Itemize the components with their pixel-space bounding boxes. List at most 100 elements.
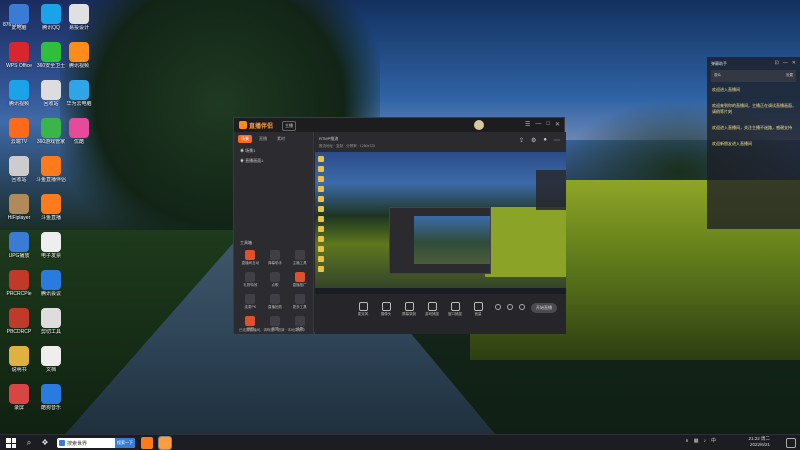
toolbox-item[interactable]: 直播间互动 — [238, 250, 263, 266]
minimize-icon[interactable]: — — [783, 60, 788, 66]
source-button[interactable]: 音量 — [470, 302, 486, 317]
desktop-icon[interactable]: WPS Office — [2, 42, 36, 69]
source-button[interactable]: 游戏捕捉 — [424, 302, 440, 317]
start-live-button[interactable]: 开始直播 — [531, 303, 557, 313]
desktop-icon[interactable]: 云端TV — [2, 118, 36, 145]
desktop-icon[interactable]: 斗鱼直播伴侣 — [34, 156, 68, 183]
close-icon[interactable]: ✕ — [555, 121, 560, 128]
maximize-icon[interactable]: □ — [546, 121, 550, 128]
avatar[interactable] — [474, 120, 484, 130]
share-icon[interactable]: ⇪ — [519, 137, 524, 144]
clock[interactable]: 21:22 周二 2022/6/21 — [748, 436, 770, 448]
app-titlebar[interactable]: 直播伴侣 主播 ☰ — □ ✕ — [234, 118, 564, 132]
record-icon[interactable]: ● — [543, 137, 547, 144]
tray-ime-label[interactable]: 中 — [711, 437, 716, 444]
desktop-icon[interactable]: 腾讯会议 — [34, 270, 68, 297]
cloud-icon — [69, 80, 89, 100]
tab-assets[interactable]: 素材 — [274, 135, 288, 143]
live-app-window[interactable]: 直播伴侣 主播 ☰ — □ ✕ 场景 直播 素材 ◉ 场景1 ◉ 直播画面1 工… — [233, 117, 566, 334]
desktop-icon[interactable]: 说明书 — [2, 346, 36, 373]
file-icon — [41, 80, 61, 100]
shield-icon — [9, 232, 29, 252]
minimize-icon[interactable]: — — [535, 121, 541, 128]
desktop-icons: 8761201 此电脑 腾讯QQ 易投设计 WPS Office 360安全卫士 腾讯视频… — [0, 0, 92, 434]
desktop-icon[interactable]: PBCDRCP — [2, 308, 36, 335]
mic-icon[interactable] — [507, 304, 513, 310]
desktop-icon[interactable]: 易投设计 — [62, 4, 96, 31]
chat-message: 欢迎来到你的直播间，主播正在调试直播画面，请稍等片刻 — [712, 103, 796, 114]
source-button[interactable]: 麦克风 — [355, 302, 371, 317]
toolbox-item[interactable]: 弹幕助手 — [263, 250, 288, 266]
desktop-icon[interactable]: 腾讯视频 — [62, 42, 96, 69]
app-icon — [9, 270, 29, 290]
chat-controls: ⊡ — ✕ — [775, 60, 796, 66]
source-button[interactable]: 摄像头 — [378, 302, 394, 317]
youku-icon — [69, 118, 89, 138]
video-icon — [9, 80, 29, 100]
taskbar-app-icon[interactable] — [141, 437, 153, 449]
toolbox-item[interactable]: 直播推广 — [287, 272, 312, 288]
settings-icon[interactable]: ⚙ — [531, 137, 536, 144]
toolbox-item[interactable]: 礼物特效 — [238, 272, 263, 288]
window-controls: ☰ — □ ✕ — [525, 121, 560, 128]
desktop-icon[interactable]: 录屏 — [2, 384, 36, 411]
chat-viewers-label[interactable]: 观众 — [714, 73, 721, 78]
desktop-icon[interactable]: 斗鱼直播 — [34, 194, 68, 221]
live-preview[interactable] — [315, 152, 566, 294]
tool-icon — [294, 250, 305, 260]
start-button[interactable] — [6, 438, 16, 448]
pin-icon[interactable]: ⊡ — [775, 60, 779, 66]
app-badge[interactable]: 主播 — [282, 121, 296, 131]
invoice-icon — [41, 232, 61, 252]
menu-icon[interactable]: ☰ — [525, 121, 530, 128]
gear-icon[interactable] — [519, 304, 525, 310]
tool-label: 弹幕助手 — [267, 261, 282, 265]
toolbox-item[interactable]: 点歌 — [263, 272, 288, 288]
taskbar-app-icon[interactable] — [158, 436, 172, 450]
folder-icon — [41, 346, 61, 366]
tool-icon — [269, 316, 280, 326]
chat-settings-label[interactable]: 设置 — [786, 73, 793, 78]
toolbox-item[interactable]: 直播回放 — [263, 294, 288, 310]
desktop-icon[interactable]: 酷狗音乐 — [34, 384, 68, 411]
desktop-icon[interactable]: 剪切工具 — [34, 308, 68, 335]
desktop-icon[interactable]: UPG播放 — [2, 232, 36, 259]
tool-label: 礼物特效 — [243, 283, 258, 287]
tool-label: 点歌 — [271, 283, 279, 287]
desktop-icon-label: 华为云电脑 — [66, 101, 92, 107]
more-icon[interactable]: ⋯ — [554, 137, 560, 144]
desktop-icon[interactable]: 电子发票 — [34, 232, 68, 259]
search-icon[interactable]: ⌕ — [24, 438, 34, 448]
chat-panel[interactable]: 弹幕助手 ⊡ — ✕ 观众 设置 欢迎进入直播间 欢迎来到你的直播间，主播正在调试… — [707, 57, 800, 229]
toolbox-item[interactable]: 主播工具 — [287, 250, 312, 266]
task-view-icon[interactable]: ❖ — [40, 438, 50, 448]
desktop-icon[interactable]: 文档 — [34, 346, 68, 373]
tab-scene[interactable]: 场景 — [238, 135, 252, 143]
search-input[interactable]: 搜索世界 — [67, 440, 87, 447]
scene-item[interactable]: ◉ 场景1 — [234, 146, 313, 156]
search-button[interactable]: 搜索一下 — [115, 438, 135, 448]
search-box[interactable]: 搜索世界 搜索一下 — [57, 438, 135, 448]
tab-live[interactable]: 直播 — [256, 135, 270, 143]
desktop-icon[interactable]: 华为云电脑 — [62, 80, 96, 107]
desktop-icon[interactable]: 回收站 — [2, 156, 36, 183]
desktop-icon[interactable]: HiFiplayer — [2, 194, 36, 221]
source-button[interactable]: 屏幕录制 — [401, 302, 417, 317]
scene-item[interactable]: ◉ 直播画面1 — [234, 156, 313, 166]
toolbox-title: 工具箱 — [240, 240, 252, 245]
tray-network-icon[interactable]: ▦ — [694, 438, 699, 444]
source-button[interactable]: 窗口捕捉 — [447, 302, 463, 317]
desktop-icon[interactable]: 此电脑 — [2, 4, 36, 31]
desktop-icon[interactable]: 腾讯视频 — [2, 80, 36, 107]
tray-expand-icon[interactable]: ∧ — [685, 438, 689, 444]
tray-volume-icon[interactable]: ♪ — [703, 438, 706, 444]
camera-icon[interactable] — [495, 304, 501, 310]
preview-panel: RTMP推流 推流地址 · 复制 · 分辨率 · 1280x720 ⇪ ⚙ ● … — [315, 132, 566, 334]
close-icon[interactable]: ✕ — [792, 60, 796, 66]
desktop-icon[interactable]: PRCRCPle — [2, 270, 36, 297]
toolbox-item[interactable]: 连麦PK — [238, 294, 263, 310]
tool-label: 直播推广 — [292, 283, 307, 287]
desktop-icon[interactable]: 优酷 — [62, 118, 96, 145]
toolbox-item[interactable]: 更多工具 — [287, 294, 312, 310]
notification-icon[interactable] — [786, 438, 796, 448]
